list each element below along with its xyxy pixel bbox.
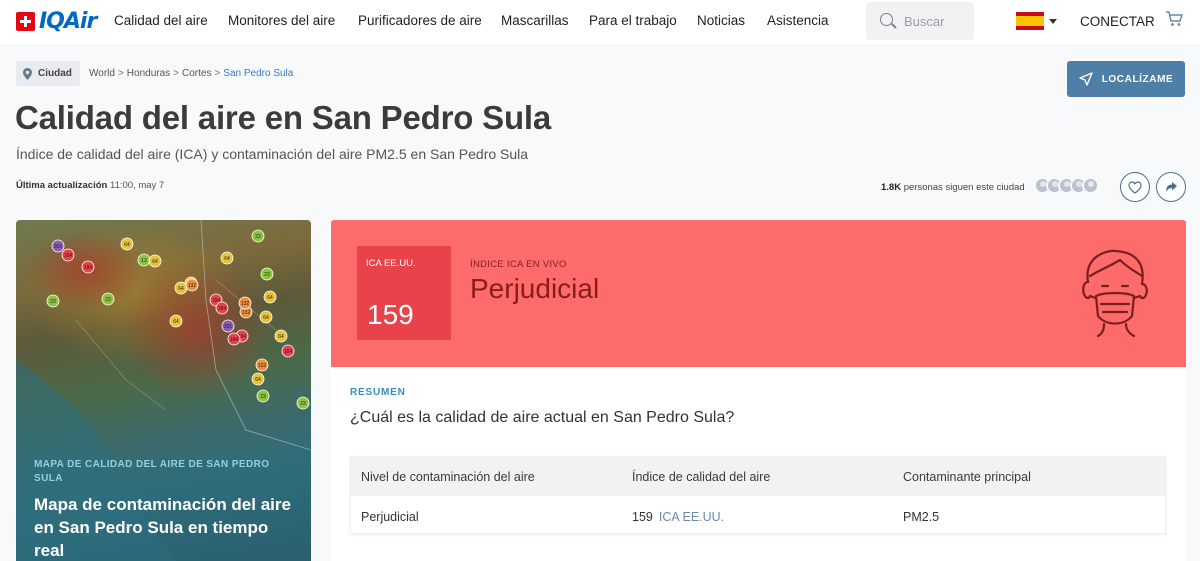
- cell-pollution-level: Perjudicial: [361, 510, 419, 524]
- map-station-value: 132: [258, 363, 267, 369]
- summary-question: ¿Cuál es la calidad de aire actual en Sa…: [350, 409, 735, 426]
- cell-aqi-unit: ICA EE.UU.: [658, 510, 725, 524]
- face-mask-icon: [1082, 249, 1148, 338]
- last-updated-label: Última actualización: [16, 180, 108, 191]
- heart-icon: [1128, 180, 1142, 194]
- search-input[interactable]: Buscar: [866, 2, 974, 40]
- logo-text: IQAir: [39, 9, 97, 34]
- map-station-value: 64: [267, 295, 273, 301]
- nav-item-for-work[interactable]: Para el trabajo: [589, 13, 677, 28]
- aqi-value: 159: [367, 299, 414, 330]
- last-updated: Última actualización 11:00, may 7: [16, 180, 164, 191]
- share-button[interactable]: [1156, 172, 1186, 202]
- map-station-value: 23: [255, 234, 261, 240]
- map-station-value: 184: [64, 253, 73, 259]
- nav-item-masks[interactable]: Mascarillas: [501, 13, 569, 28]
- col-header-air-quality-index: Índice de calidad del aire: [632, 470, 771, 484]
- map-station-value: 23: [264, 272, 270, 278]
- aqi-live-panel: ICA EE.UU. 159 ÍNDICE ICA EN VIVO Perjud…: [331, 220, 1186, 367]
- pollution-map-card[interactable]: 3011841846413642323236464236413264184132…: [16, 220, 311, 561]
- nav-item-air-purifiers[interactable]: Purificadores de aire: [358, 13, 482, 28]
- follow-button[interactable]: [1120, 172, 1150, 202]
- breadcrumb-region[interactable]: Cortes: [182, 68, 211, 79]
- nav-item-air-monitors[interactable]: Monitores del aire: [228, 13, 335, 28]
- map-station-value: 64: [173, 319, 179, 325]
- cell-aqi: 159 ICA EE.UU.: [632, 510, 724, 524]
- breadcrumb-separator: >: [117, 68, 124, 79]
- cart-icon[interactable]: [1165, 10, 1183, 33]
- breadcrumb-separator: >: [214, 68, 221, 79]
- map-station-value: 301: [54, 244, 63, 250]
- breadcrumb: World > Honduras > Cortes > San Pedro Sula: [89, 68, 293, 79]
- spain-flag-icon[interactable]: [1016, 12, 1044, 30]
- aqi-status: Perjudicial: [470, 273, 600, 304]
- map-station-value: 23: [260, 394, 266, 400]
- aqi-box-label: ICA EE.UU.: [366, 258, 416, 269]
- navigation-arrow-icon: [1079, 72, 1093, 86]
- live-aqi-label: ÍNDICE ICA EN VIVO: [470, 259, 567, 270]
- map-station-value: 132: [188, 283, 197, 289]
- map-station-value: 184: [218, 306, 227, 312]
- followers-label: personas siguen este ciudad: [903, 182, 1025, 193]
- breadcrumb-separator: >: [173, 68, 179, 79]
- map-station-value: 13: [141, 258, 147, 264]
- map-station-value: 64: [224, 256, 230, 262]
- share-arrow-icon: [1165, 182, 1177, 192]
- page-title: Calidad del aire en San Pedro Sula: [15, 99, 552, 136]
- last-updated-value: 11:00, may 7: [109, 180, 165, 191]
- map-station-value: 301: [224, 324, 233, 330]
- map-station-value: 64: [263, 315, 269, 321]
- top-navigation-bar: IQAir Calidad del aire Monitores del air…: [0, 0, 1200, 44]
- nav-item-support[interactable]: Asistencia: [767, 13, 829, 28]
- page-subtitle: Índice de calidad del aire (ICA) y conta…: [16, 146, 529, 162]
- map-station-value: 184: [284, 349, 293, 355]
- city-badge: Ciudad: [16, 61, 80, 86]
- map-station-value: 132: [242, 310, 251, 316]
- iqair-logo[interactable]: IQAir: [16, 9, 97, 34]
- col-header-main-pollutant: Contaminante principal: [903, 470, 1031, 484]
- aqi-value-box: ICA EE.UU. 159: [357, 246, 451, 340]
- location-pin-icon: [23, 67, 32, 80]
- map-station-value: 64: [152, 259, 158, 265]
- followers-count: 1.8K: [881, 182, 902, 193]
- map-station-value: 184: [84, 265, 93, 271]
- locate-me-button[interactable]: LOCALÍZAME: [1067, 61, 1185, 97]
- locate-me-label: LOCALÍZAME: [1101, 73, 1174, 85]
- map-station-value: 23: [300, 401, 306, 407]
- map-station-value: 132: [241, 301, 250, 307]
- map-station-value: 23: [50, 299, 56, 305]
- connect-button[interactable]: CONECTAR: [1080, 14, 1155, 29]
- followers-text: 1.8K personas siguen este ciudad: [881, 182, 1025, 193]
- map-station-value: 64: [124, 242, 130, 248]
- map-station-value: 64: [255, 377, 261, 383]
- nav-item-news[interactable]: Noticias: [697, 13, 745, 28]
- search-icon: [880, 13, 893, 26]
- avatar: [1082, 177, 1099, 194]
- map-card-title[interactable]: Mapa de contaminación del aire en San Pe…: [34, 493, 294, 561]
- breadcrumb-world[interactable]: World: [89, 68, 115, 79]
- city-badge-label: Ciudad: [38, 68, 72, 79]
- col-header-pollution-level: Nivel de contaminación del aire: [361, 470, 535, 484]
- nav-item-air-quality[interactable]: Calidad del aire: [114, 13, 208, 28]
- map-card-label: MAPA DE CALIDAD DEL AIRE DE SAN PEDRO SU…: [34, 459, 270, 484]
- summary-section: RESUMEN ¿Cuál es la calidad de aire actu…: [331, 367, 1186, 561]
- cell-main-pollutant[interactable]: PM2.5: [903, 510, 939, 524]
- cell-aqi-value: 159: [632, 510, 653, 524]
- follower-avatars: [1034, 177, 1099, 194]
- map-station-value: 64: [178, 286, 184, 292]
- map-station-value: 64: [278, 334, 284, 340]
- swiss-flag-icon: [16, 12, 35, 31]
- map-station-value: 184: [230, 337, 239, 343]
- breadcrumb-city[interactable]: San Pedro Sula: [223, 68, 293, 79]
- map-station-value: 23: [105, 297, 111, 303]
- summary-table: Nivel de contaminación del aire Índice d…: [350, 456, 1166, 534]
- chevron-down-icon[interactable]: [1049, 19, 1057, 24]
- summary-label: RESUMEN: [350, 387, 406, 398]
- search-placeholder: Buscar: [904, 14, 945, 29]
- breadcrumb-country[interactable]: Honduras: [127, 68, 170, 79]
